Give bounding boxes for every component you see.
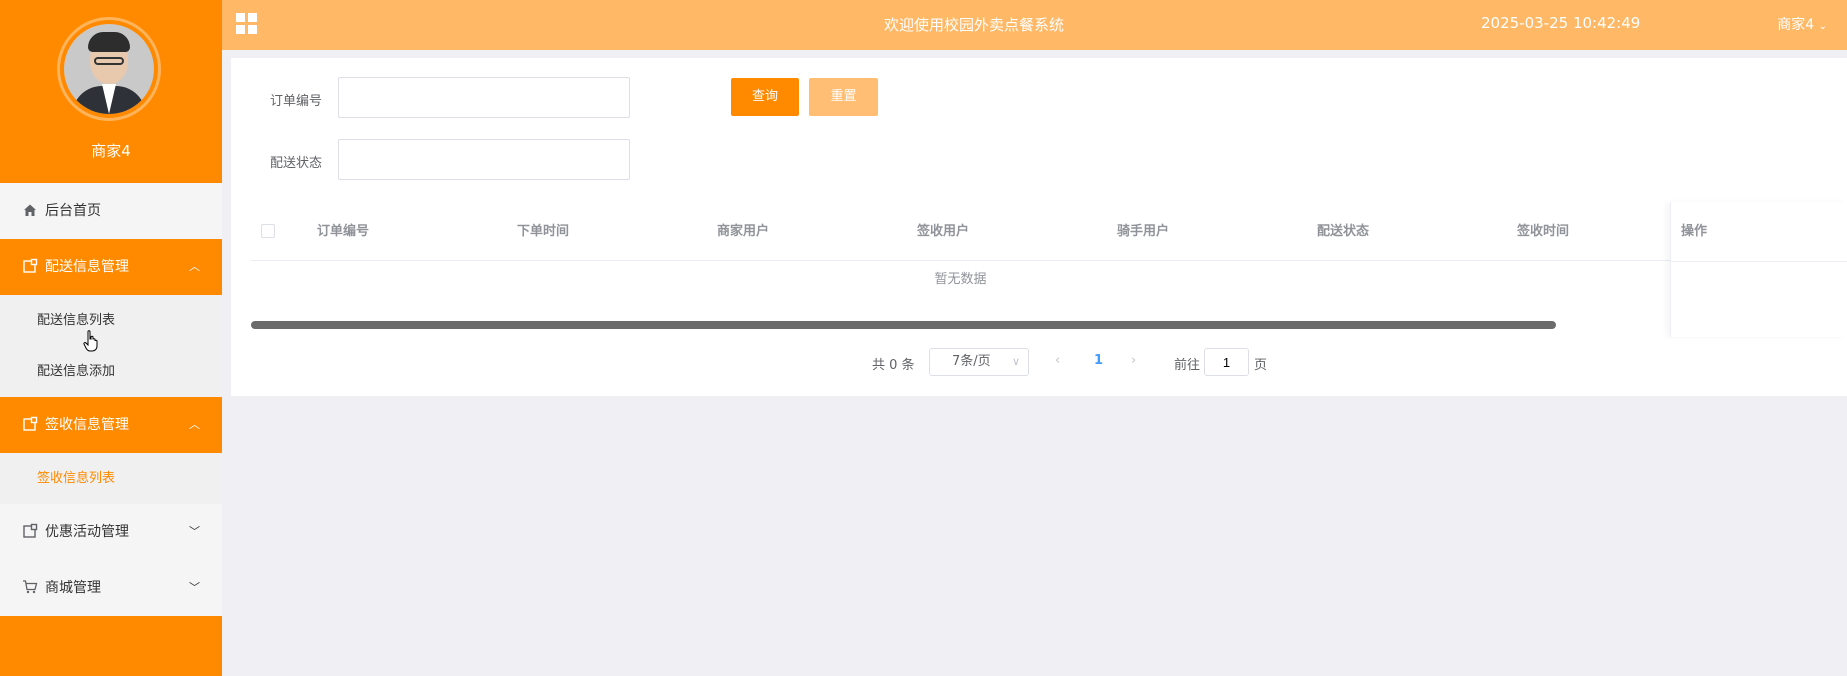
reset-button[interactable]: 重置 (809, 78, 878, 116)
next-page-icon[interactable]: › (1131, 353, 1136, 368)
sidebar-subitem-receipt-list[interactable]: 签收信息列表 (0, 453, 222, 504)
goto-label: 前往 (1174, 358, 1201, 373)
prev-page-icon[interactable]: ‹ (1055, 353, 1060, 368)
select-all-checkbox[interactable] (261, 224, 275, 238)
folder-icon (23, 416, 38, 431)
chevron-down-icon: ﹀ (189, 525, 200, 538)
sidebar-item-promotion-management[interactable]: 优惠活动管理 ﹀ (0, 504, 222, 560)
page-size-select[interactable]: 7条/页 ∨ (929, 348, 1029, 376)
sidebar-item-label: 优惠活动管理 (45, 524, 129, 540)
sidebar-subitem-delivery-list[interactable]: 配送信息列表 (0, 295, 222, 346)
order-no-input[interactable] (338, 77, 630, 118)
column-header[interactable]: 配送状态 (1317, 202, 1369, 261)
profile: 商家4 (0, 0, 222, 183)
grid-menu-icon[interactable] (236, 13, 258, 35)
pagination: 共 0 条 7条/页 ∨ ‹ 1 › 前往 页 (231, 348, 1847, 376)
topbar: 欢迎使用校园外卖点餐系统 2025-03-25 10:42:49 商家4 ⌄ (222, 0, 1847, 50)
column-header[interactable]: 签收用户 (917, 202, 969, 261)
profile-username: 商家4 (91, 142, 131, 160)
chevron-down-icon: ﹀ (189, 581, 200, 594)
folder-icon (23, 258, 38, 273)
sidebar-item-receipt-management[interactable]: 签收信息管理 ︿ (0, 397, 222, 453)
system-title: 欢迎使用校园外卖点餐系统 (883, 16, 1064, 34)
goto-page-input[interactable] (1204, 348, 1249, 376)
page-unit-label: 页 (1254, 358, 1268, 373)
data-table: 订单编号 下单时间 商家用户 签收用户 骑手用户 配送状态 签收时间 (251, 202, 1847, 261)
status-label: 配送状态 (270, 156, 323, 171)
column-header[interactable]: 商家用户 (717, 202, 769, 261)
order-no-label: 订单编号 (270, 94, 323, 109)
action-column: 操作 (1670, 202, 1847, 337)
sidebar: 商家4 后台首页 配送信息管理 ︿ 配送信息列表 配送信息添加 签收信息管理 ︿… (0, 0, 222, 676)
sidebar-item-label: 后台首页 (45, 203, 101, 219)
column-header[interactable]: 骑手用户 (1117, 202, 1169, 261)
column-header[interactable]: 签收时间 (1517, 202, 1569, 261)
chevron-up-icon: ︿ (189, 260, 200, 273)
column-header[interactable]: 下单时间 (517, 202, 569, 261)
table-header: 订单编号 下单时间 商家用户 签收用户 骑手用户 配送状态 签收时间 (251, 202, 1847, 261)
cart-icon (23, 579, 38, 593)
empty-state: 暂无数据 (934, 272, 987, 287)
sidebar-item-delivery-management[interactable]: 配送信息管理 ︿ (0, 239, 222, 295)
current-datetime: 2025-03-25 10:42:49 (1481, 14, 1641, 32)
sidebar-item-label: 配送信息管理 (45, 259, 129, 275)
hand-cursor-icon (83, 330, 98, 352)
sidebar-subitem-delivery-add[interactable]: 配送信息添加 (0, 346, 222, 397)
status-input[interactable] (338, 139, 630, 180)
sidebar-item-mall-management[interactable]: 商城管理 ﹀ (0, 560, 222, 616)
sidebar-item-label: 签收信息管理 (45, 417, 129, 433)
sidebar-item-label: 商城管理 (45, 580, 101, 596)
page-number[interactable]: 1 (1094, 353, 1103, 368)
column-header[interactable]: 订单编号 (317, 202, 369, 261)
home-icon (24, 204, 36, 216)
sidebar-item-home[interactable]: 后台首页 (0, 183, 222, 239)
user-dropdown[interactable]: 商家4 ⌄ (1777, 14, 1827, 34)
query-button[interactable]: 查询 (731, 78, 799, 116)
chevron-up-icon: ︿ (189, 418, 200, 431)
avatar (57, 17, 161, 121)
total-count: 共 0 条 (872, 358, 915, 373)
main-panel: 订单编号 查询 重置 配送状态 订单编号 下单时间 商家用户 签收用户 骑手用户… (231, 58, 1847, 396)
chevron-down-icon: ⌄ (1818, 21, 1827, 32)
horizontal-scrollbar[interactable] (251, 321, 1556, 329)
chevron-down-icon: ∨ (1011, 355, 1020, 368)
folder-icon (23, 523, 38, 538)
column-header: 操作 (1681, 224, 1708, 239)
user-name: 商家4 (1777, 17, 1815, 33)
page-size-value: 7条/页 (952, 354, 991, 369)
